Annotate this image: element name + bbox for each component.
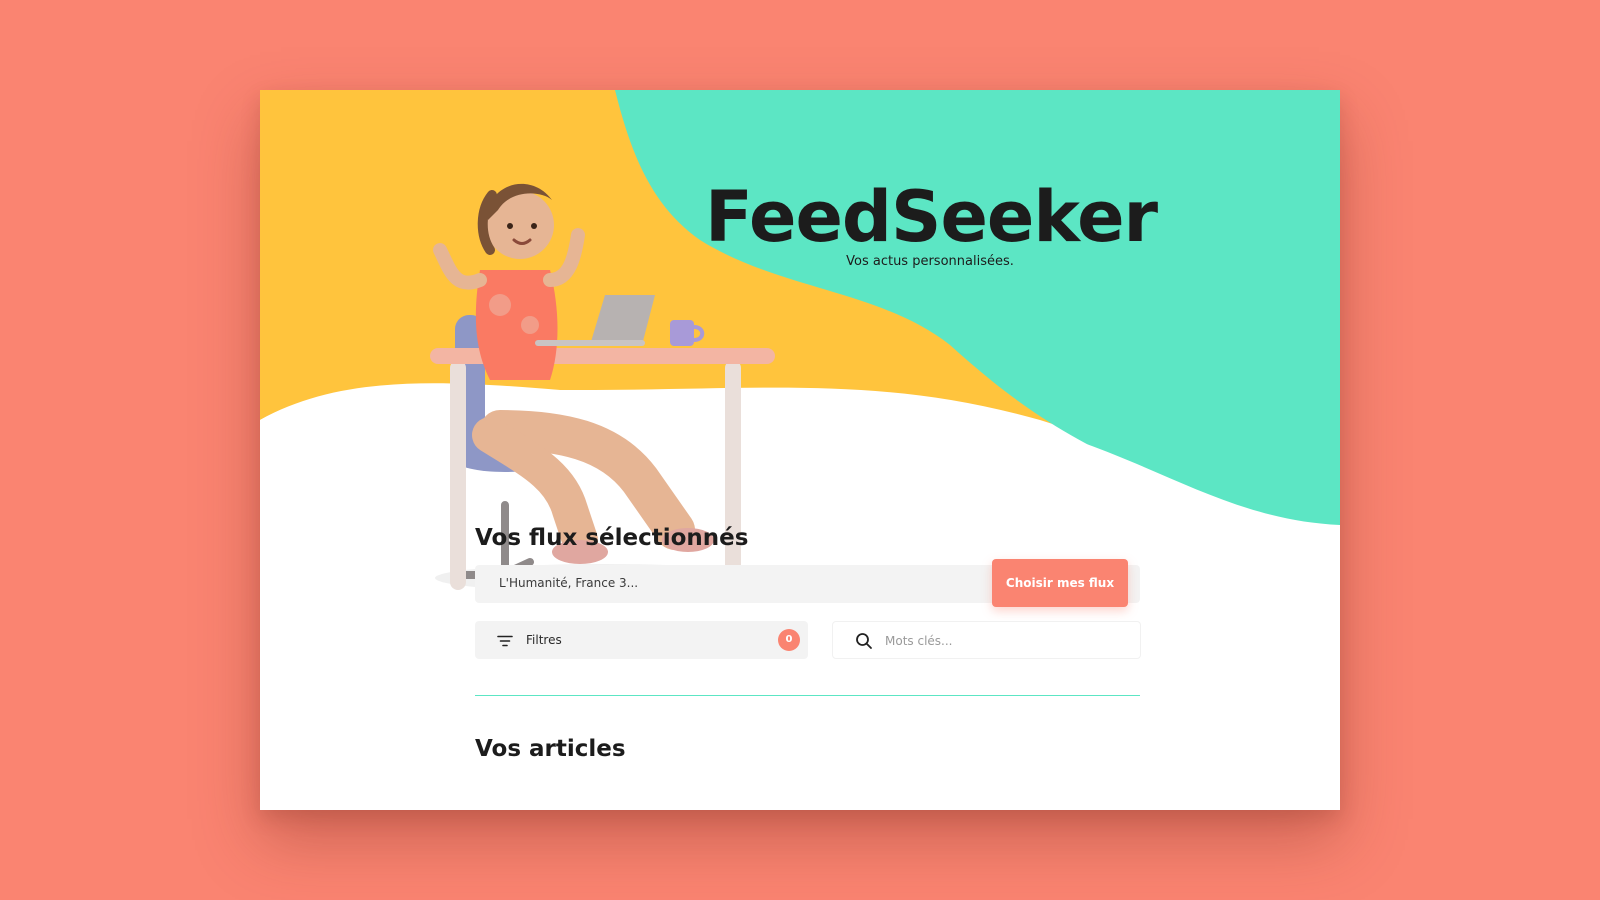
brand-block: FeedSeeker Vos actus personnalisées. (705, 176, 1158, 269)
articles-heading: Vos articles (475, 736, 626, 762)
app-window: FeedSeeker Vos actus personnalisées. Vos… (260, 90, 1340, 810)
filters-label: Filtres (526, 633, 562, 647)
brand-logo-title: FeedSeeker (705, 176, 1158, 258)
filter-icon (497, 635, 513, 647)
selected-feeds-value: L'Humanité, France 3... (499, 576, 639, 590)
choose-feeds-button[interactable]: Choisir mes flux (992, 559, 1128, 607)
search-icon (856, 633, 872, 649)
keywords-search-input[interactable] (883, 630, 1127, 652)
main-content: Vos flux sélectionnés L'Humanité, France… (475, 525, 1141, 762)
selected-feeds-field[interactable]: L'Humanité, France 3... Choisir mes flux (475, 559, 1140, 607)
section-divider (475, 695, 1140, 696)
filters-button[interactable]: Filtres 0 (475, 621, 808, 659)
filters-count-badge: 0 (778, 629, 800, 651)
search-field[interactable] (832, 621, 1141, 659)
filters-search-row: Filtres 0 (475, 621, 1141, 659)
feeds-heading: Vos flux sélectionnés (475, 525, 749, 551)
